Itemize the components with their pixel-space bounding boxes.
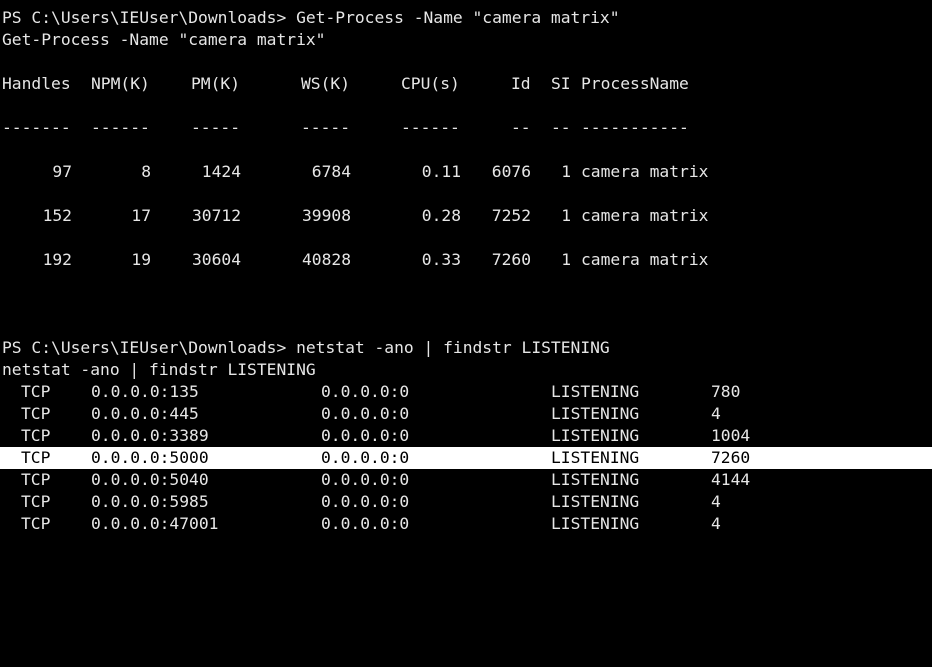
netstat-row: TCP 0.0.0.0:47001 0.0.0.0:0 LISTENING 4 [2, 513, 932, 535]
cell-foreign-address: 0.0.0.0:0 [321, 514, 410, 533]
cell-si: 1 [561, 206, 571, 225]
cell-pm: 30604 [191, 250, 241, 269]
cell-cpu: 0.11 [421, 162, 461, 181]
cell-local-address: 0.0.0.0:5000 [91, 448, 209, 467]
cell-ws: 6784 [311, 162, 351, 181]
header-cpu: CPU(s) [401, 74, 460, 93]
header-pm: PM(K) [191, 74, 241, 93]
cell-id: 7252 [491, 206, 531, 225]
cell-foreign-address: 0.0.0.0:0 [321, 492, 410, 511]
netstat-row: TCP 0.0.0.0:135 0.0.0.0:0 LISTENING 780 [2, 381, 932, 403]
cell-ws: 39908 [301, 206, 351, 225]
header-handles: Handles [2, 74, 71, 93]
underline-handles: ------- [2, 118, 71, 137]
process-table-header: Handles NPM(K) PM(K) WS(K) CPU(s) Id SI … [2, 73, 932, 95]
cell-id: 7260 [491, 250, 531, 269]
cell-pm: 30712 [191, 206, 241, 225]
cell-foreign-address: 0.0.0.0:0 [321, 448, 410, 467]
command-echo-get-process: Get-Process -Name "camera matrix" [2, 30, 326, 49]
header-si: SI [551, 74, 571, 93]
cell-foreign-address: 0.0.0.0:0 [321, 382, 410, 401]
cell-handles: 192 [42, 250, 72, 269]
cell-pid: 1004 [711, 426, 751, 445]
netstat-row: TCP 0.0.0.0:5985 0.0.0.0:0 LISTENING 4 [2, 491, 932, 513]
cell-pid: 4 [711, 492, 721, 511]
command-echo-netstat: netstat -ano | findstr LISTENING [2, 360, 316, 379]
cell-pid: 4144 [711, 470, 751, 489]
process-row: 97 8 1424 6784 0.11 6076 1 camera matrix [2, 161, 932, 183]
netstat-row: TCP 0.0.0.0:5040 0.0.0.0:0 LISTENING 414… [2, 469, 932, 491]
netstat-row-highlighted[interactable]: TCP 0.0.0.0:5000 0.0.0.0:0 LISTENING 726… [2, 447, 932, 469]
cell-state: LISTENING [551, 426, 640, 445]
prompt-netstat: PS C:\Users\IEUser\Downloads> netstat -a… [2, 338, 610, 357]
cell-pid: 4 [711, 514, 721, 533]
cell-process-name: camera matrix [581, 250, 709, 269]
header-ws: WS(K) [301, 74, 351, 93]
cell-cpu: 0.33 [421, 250, 461, 269]
cell-local-address: 0.0.0.0:135 [91, 382, 199, 401]
cell-local-address: 0.0.0.0:445 [91, 404, 199, 423]
cell-handles: 97 [52, 162, 72, 181]
netstat-row: TCP 0.0.0.0:445 0.0.0.0:0 LISTENING 4 [2, 403, 932, 425]
process-row: 192 19 30604 40828 0.33 7260 1 camera ma… [2, 249, 932, 271]
cell-pid: 4 [711, 404, 721, 423]
cell-protocol: TCP [21, 514, 51, 533]
underline-npm: ------ [91, 118, 150, 137]
cell-protocol: TCP [21, 448, 51, 467]
cell-npm: 8 [141, 162, 151, 181]
cell-protocol: TCP [21, 426, 51, 445]
cell-local-address: 0.0.0.0:47001 [91, 514, 219, 533]
netstat-row: TCP 0.0.0.0:3389 0.0.0.0:0 LISTENING 100… [2, 425, 932, 447]
process-row: 152 17 30712 39908 0.28 7252 1 camera ma… [2, 205, 932, 227]
cell-foreign-address: 0.0.0.0:0 [321, 404, 410, 423]
cell-state: LISTENING [551, 382, 640, 401]
cell-pid: 780 [711, 382, 741, 401]
cell-npm: 19 [131, 250, 151, 269]
cell-local-address: 0.0.0.0:5040 [91, 470, 209, 489]
cell-process-name: camera matrix [581, 206, 709, 225]
underline-ws: ----- [301, 118, 351, 137]
cell-foreign-address: 0.0.0.0:0 [321, 470, 410, 489]
cell-protocol: TCP [21, 470, 51, 489]
cell-cpu: 0.28 [421, 206, 461, 225]
cell-state: LISTENING [551, 514, 640, 533]
cell-process-name: camera matrix [581, 162, 709, 181]
underline-si: -- [551, 118, 571, 137]
cell-handles: 152 [42, 206, 72, 225]
underline-process-name: ----------- [581, 118, 689, 137]
cell-id: 6076 [491, 162, 531, 181]
cell-local-address: 0.0.0.0:3389 [91, 426, 209, 445]
cell-si: 1 [561, 162, 571, 181]
cell-state: LISTENING [551, 448, 640, 467]
underline-pm: ----- [191, 118, 241, 137]
cell-protocol: TCP [21, 404, 51, 423]
prompt-get-process: PS C:\Users\IEUser\Downloads> Get-Proces… [2, 8, 620, 27]
powershell-terminal[interactable]: PS C:\Users\IEUser\Downloads> Get-Proces… [0, 0, 932, 536]
header-process-name: ProcessName [581, 74, 689, 93]
cell-si: 1 [561, 250, 571, 269]
header-id: Id [511, 74, 531, 93]
cell-npm: 17 [131, 206, 151, 225]
cell-local-address: 0.0.0.0:5985 [91, 492, 209, 511]
cell-protocol: TCP [21, 382, 51, 401]
cell-ws: 40828 [301, 250, 351, 269]
cell-protocol: TCP [21, 492, 51, 511]
cell-state: LISTENING [551, 404, 640, 423]
cell-foreign-address: 0.0.0.0:0 [321, 426, 410, 445]
cell-pm: 1424 [201, 162, 241, 181]
underline-cpu: ------ [401, 118, 460, 137]
cell-state: LISTENING [551, 470, 640, 489]
cell-pid: 7260 [711, 448, 751, 467]
underline-id: -- [511, 118, 531, 137]
process-table-underline: ------- ------ ----- ----- ------ -- -- … [2, 117, 932, 139]
header-npm: NPM(K) [91, 74, 150, 93]
cell-state: LISTENING [551, 492, 640, 511]
